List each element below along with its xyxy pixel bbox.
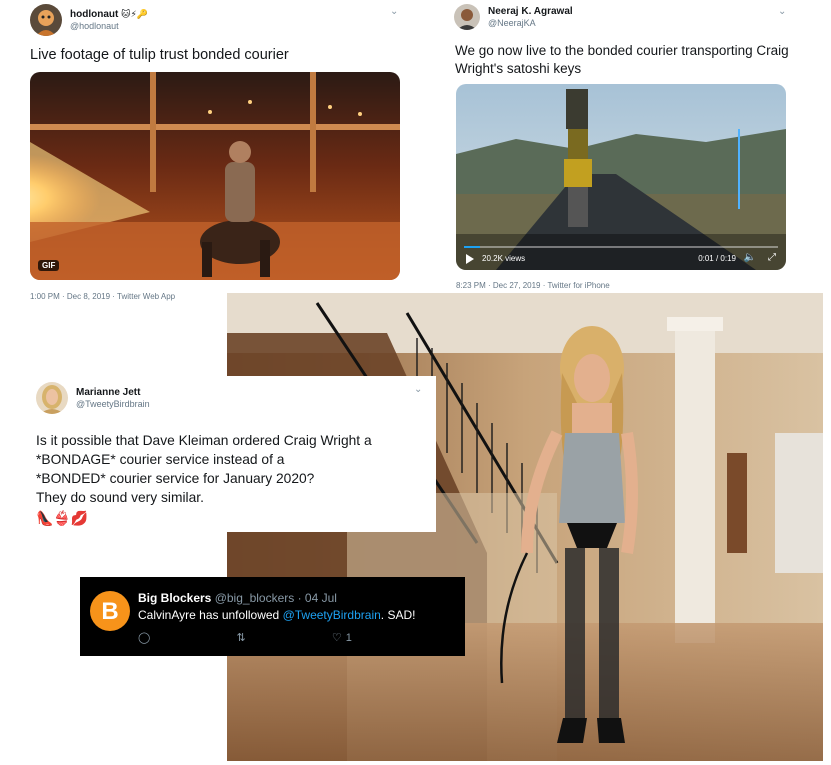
tweet-emoji: 👠👙💋: [36, 510, 89, 527]
avatar[interactable]: [30, 4, 62, 36]
name-emoji: 🐱⚡🔑: [121, 9, 149, 20]
action-suffix: . SAD!: [380, 608, 416, 622]
fullscreen-icon[interactable]: ⤢: [768, 252, 776, 263]
tweet-timestamp[interactable]: 8:23 PM · Dec 27, 2019 · Twitter for iPh…: [456, 281, 610, 290]
tweet-text-line: *BONDAGE* courier service instead of a: [36, 452, 285, 468]
tweet-text: Is it possible that Dave Kleiman ordered…: [36, 431, 431, 528]
tweet-text: CalvinAyre has unfollowed @TweetyBirdbra…: [138, 608, 415, 622]
video-controls: 20.2K views 0:01 / 0:19 🔈 ⤢: [456, 242, 786, 270]
tweet-actions: ◯ ⇅ ♡ 1: [138, 631, 438, 645]
chevron-down-icon[interactable]: ⌄: [390, 6, 398, 17]
chevron-down-icon[interactable]: ⌄: [414, 384, 422, 395]
tweet-marianne: Marianne Jett @TweetyBirdbrain ⌄ Is it p…: [22, 376, 436, 532]
tweet-text-line: They do sound very similar.: [36, 490, 204, 506]
like-count: 1: [345, 631, 352, 644]
bitcoin-icon: B: [101, 598, 118, 625]
tweet-text: Live footage of tulip trust bonded couri…: [30, 47, 289, 63]
video-time: 0:01 / 0:19: [698, 254, 736, 263]
video-progress-bar[interactable]: [464, 246, 778, 248]
video-media[interactable]: 20.2K views 0:01 / 0:19 🔈 ⤢: [456, 84, 786, 270]
display-name[interactable]: Neeraj K. Agrawal: [488, 6, 573, 18]
retweet-button[interactable]: ⇅: [236, 631, 245, 644]
tweet-text-line: Is it possible that Dave Kleiman ordered…: [36, 433, 372, 448]
tweet-author: Big Blockers @big_blockers · 04 Jul: [138, 591, 337, 605]
handle[interactable]: @big_blockers · 04 Jul: [215, 591, 337, 605]
like-button[interactable]: ♡ 1: [331, 631, 352, 645]
heart-icon: ♡: [331, 632, 342, 644]
view-count: 20.2K views: [482, 254, 526, 263]
tweet-text-line: *BONDED* courier service for January 202…: [36, 471, 315, 487]
handle[interactable]: @hodlonaut: [70, 21, 148, 31]
reply-button[interactable]: ◯: [138, 631, 150, 644]
avatar[interactable]: B: [90, 591, 130, 631]
volume-icon[interactable]: 🔈: [744, 252, 756, 263]
handle[interactable]: @NeerajKA: [488, 18, 573, 28]
avatar[interactable]: [36, 382, 68, 414]
action-text: has unfollowed: [199, 608, 280, 622]
display-name[interactable]: Marianne Jett: [76, 387, 150, 399]
tweet-author: Neeraj K. Agrawal @NeerajKA: [454, 4, 573, 30]
tweet-timestamp[interactable]: 1:00 PM · Dec 8, 2019 · Twitter Web App: [30, 292, 175, 301]
svg-text:B: B: [101, 598, 118, 625]
retweet-icon: ⇅: [236, 632, 246, 644]
gif-badge: GIF: [38, 260, 60, 271]
tweet-neeraj: Neeraj K. Agrawal @NeerajKA ⌄ We go now …: [440, 0, 831, 292]
tweet-author: Marianne Jett @TweetyBirdbrain: [36, 382, 150, 414]
play-icon[interactable]: [466, 254, 474, 264]
handle[interactable]: @TweetyBirdbrain: [76, 399, 150, 409]
gif-media[interactable]: GIF: [30, 72, 400, 280]
display-name[interactable]: hodlonaut: [70, 9, 118, 20]
avatar[interactable]: [454, 4, 480, 30]
chevron-down-icon[interactable]: ⌄: [778, 6, 786, 17]
display-name[interactable]: Big Blockers: [138, 591, 211, 605]
tweet-hodlonaut: hodlonaut 🐱⚡🔑 @hodlonaut ⌄ Live footage …: [18, 0, 418, 310]
tweet-big-blockers: B Big Blockers @big_blockers · 04 Jul Ca…: [80, 577, 465, 656]
tweet-author: hodlonaut 🐱⚡🔑 @hodlonaut: [30, 4, 148, 36]
tweet-text: We go now live to the bonded courier tra…: [455, 43, 789, 76]
mention-link[interactable]: @TweetyBirdbrain: [283, 608, 381, 622]
reply-icon: ◯: [138, 632, 151, 644]
action-user: CalvinAyre: [138, 608, 196, 622]
